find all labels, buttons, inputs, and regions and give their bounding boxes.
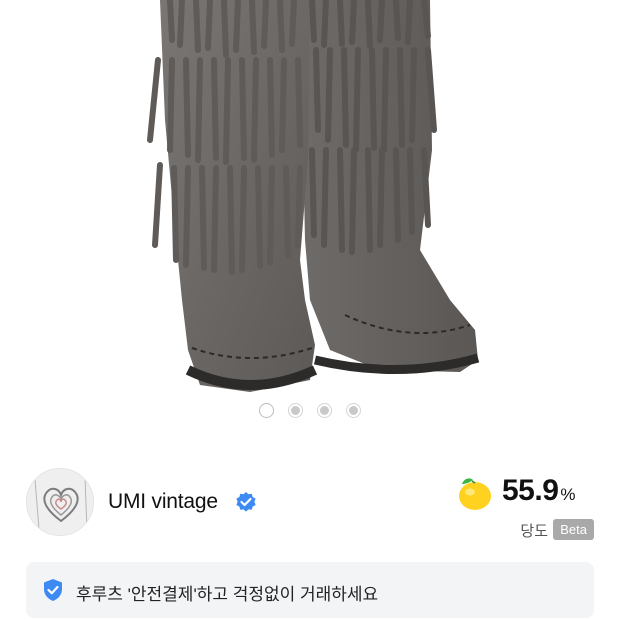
carousel-dot-2[interactable] <box>289 404 302 417</box>
beta-badge: Beta <box>553 519 594 540</box>
heart-sketch-avatar-icon <box>27 469 93 535</box>
seller-avatar[interactable] <box>26 468 94 536</box>
shield-check-icon <box>44 579 62 601</box>
sweetness-value: 55.9% <box>502 474 576 507</box>
product-photo <box>147 0 480 392</box>
carousel-dot-4[interactable] <box>347 404 360 417</box>
carousel-pagination <box>0 404 620 417</box>
product-image-carousel[interactable] <box>0 0 620 440</box>
shop-name[interactable]: UMI vintage <box>108 490 218 514</box>
safe-payment-banner[interactable]: 후루츠 '안전결제'하고 걱정없이 거래하세요 <box>26 562 594 618</box>
sweetness-score[interactable]: 55.9% 당도 Beta <box>454 470 594 540</box>
lemon-icon <box>459 478 491 510</box>
verified-check-icon <box>236 492 256 512</box>
seller-info: UMI vintage 55.9% 당도 Beta <box>0 462 620 542</box>
safe-payment-text: 후루츠 '안전결제'하고 걱정없이 거래하세요 <box>76 585 379 604</box>
carousel-dot-3[interactable] <box>318 404 331 417</box>
carousel-dot-1[interactable] <box>260 404 273 417</box>
sweetness-label: 당도 <box>520 523 548 540</box>
